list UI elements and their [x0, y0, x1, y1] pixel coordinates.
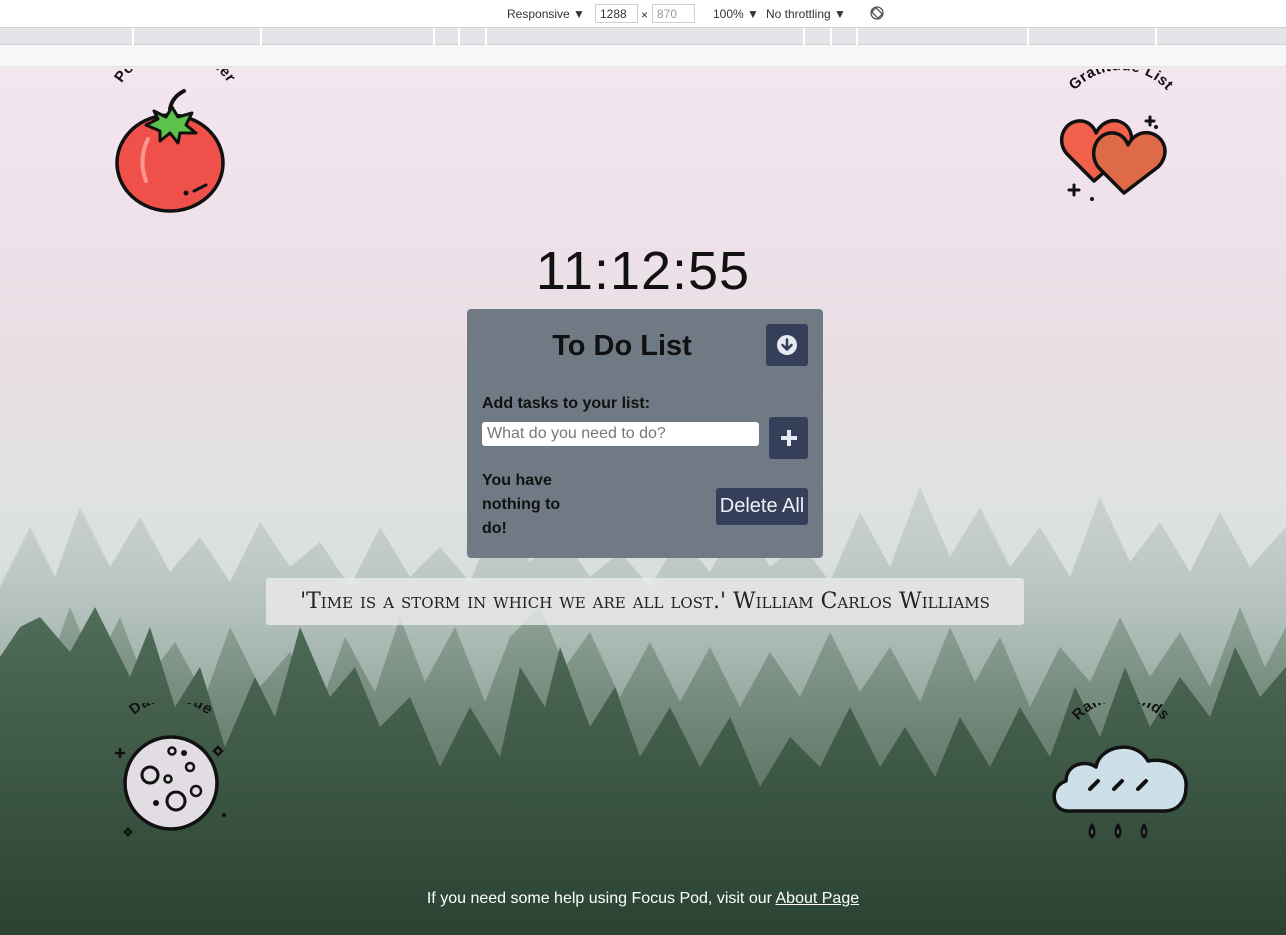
ruler-gap — [0, 45, 1286, 67]
gratitude-label: Gratitude List — [1066, 67, 1177, 94]
dark-mode-label: Dark Mode — [126, 688, 216, 718]
pomodoro-label: Pomodoro Timer — [111, 67, 238, 86]
times-sign: × — [641, 8, 649, 22]
throttling-select[interactable]: No throttling ▼ — [766, 7, 846, 21]
download-button[interactable] — [766, 324, 808, 366]
rain-sounds-button[interactable]: Rain Sounds — [1044, 688, 1194, 853]
zoom-select[interactable]: 100% ▼ — [713, 7, 759, 21]
delete-all-button[interactable]: Delete All — [716, 488, 808, 525]
clock-display: 11:12:55 — [535, 241, 751, 301]
footer-text: If you need some help using Focus Pod, v… — [426, 890, 776, 907]
quote-banner: 'Time is a storm in which we are all los… — [266, 578, 1024, 625]
device-select[interactable]: Responsive ▼ — [507, 7, 585, 21]
pomodoro-timer-button[interactable]: Pomodoro Timer — [98, 67, 248, 219]
about-page-link[interactable]: About Page — [776, 890, 860, 907]
rotate-icon[interactable] — [869, 5, 885, 24]
tomato-icon: Pomodoro Timer — [111, 67, 239, 213]
svg-text:Dark Mode: Dark Mode — [126, 703, 216, 718]
dark-mode-button[interactable]: Dark Mode — [96, 688, 246, 853]
gratitude-list-button[interactable]: Gratitude List — [1044, 67, 1194, 219]
height-field[interactable]: 870 — [652, 4, 695, 23]
download-circle-icon — [777, 335, 797, 355]
chevron-down-icon: ▼ — [573, 7, 585, 21]
devtools-toolbar: Responsive ▼ 1288 × 870 100% ▼ No thrott… — [0, 0, 1286, 28]
todo-panel: To Do List Add tasks to your list: You h… — [467, 309, 823, 558]
media-query-ruler[interactable] — [0, 28, 1286, 45]
moon-icon: Dark Mode — [114, 688, 226, 837]
footer: If you need some help using Focus Pod, v… — [0, 890, 1286, 908]
todo-status-text: You have nothing to do! — [482, 472, 561, 537]
plus-icon — [780, 430, 797, 446]
width-field[interactable]: 1288 — [595, 4, 638, 23]
todo-title: To Do List — [552, 330, 692, 362]
chevron-down-icon: ▼ — [747, 7, 759, 21]
hearts-icon: Gratitude List — [1059, 67, 1177, 201]
svg-text:Pomodoro Timer: Pomodoro Timer — [111, 69, 239, 86]
device-label: Responsive — [507, 7, 570, 21]
throttling-label: No throttling — [766, 7, 831, 21]
svg-text:Rain Sounds: Rain Sounds — [1069, 703, 1173, 724]
add-task-button[interactable] — [769, 417, 808, 459]
rain-sounds-label: Rain Sounds — [1069, 688, 1173, 724]
svg-text:Gratitude List: Gratitude List — [1066, 69, 1177, 94]
add-task-label: Add tasks to your list: — [482, 395, 651, 412]
page-viewport: Pomodoro Timer Gratitude List 11:12:55 T… — [0, 67, 1286, 935]
chevron-down-icon: ▼ — [834, 7, 846, 21]
task-input[interactable] — [482, 422, 759, 446]
rain-cloud-icon: Rain Sounds — [1052, 688, 1188, 839]
zoom-label: 100% — [713, 7, 744, 21]
